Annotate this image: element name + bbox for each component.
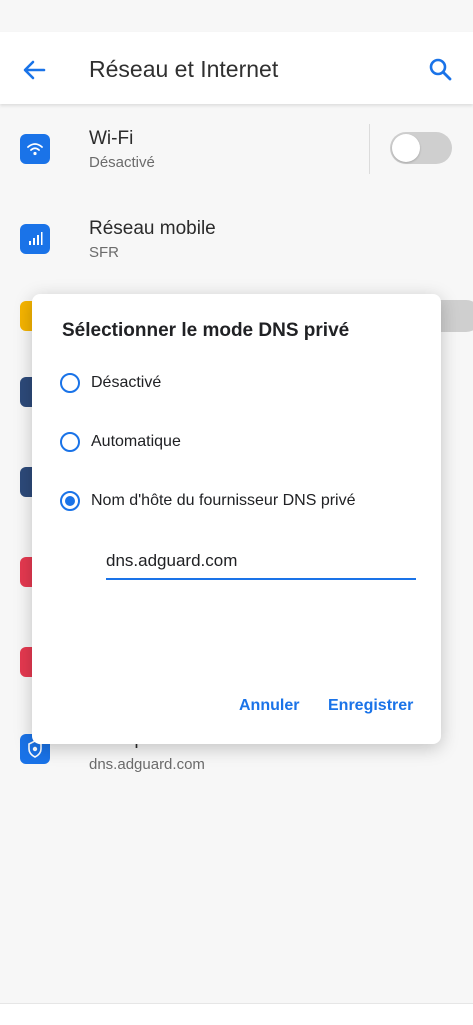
app-bar: Réseau et Internet [0, 32, 473, 104]
row-divider [369, 124, 370, 174]
private-dns-dialog: Sélectionner le mode DNS privé Désactivé… [32, 294, 441, 744]
option-automatic[interactable]: Automatique [60, 429, 420, 459]
toggle-knob [392, 134, 420, 162]
option-hostname[interactable]: Nom d'hôte du fournisseur DNS privé [60, 488, 420, 518]
page-title: Réseau et Internet [89, 56, 279, 82]
option-automatic-label: Automatique [91, 433, 181, 450]
wifi-toggle[interactable] [390, 132, 452, 164]
radio-off[interactable] [60, 373, 80, 393]
radio-hostname[interactable] [60, 491, 80, 511]
search-icon [429, 58, 452, 81]
option-off-label: Désactivé [91, 374, 162, 391]
option-hostname-label: Nom d'hôte du fournisseur DNS privé [91, 492, 356, 509]
wifi-row[interactable]: Wi-Fi Désactivé [0, 104, 473, 194]
save-button[interactable]: Enregistrer [328, 697, 413, 715]
mobile-network-row[interactable]: Réseau mobile SFR [0, 194, 473, 284]
wifi-icon [20, 134, 50, 164]
wifi-status: Désactivé [89, 154, 155, 171]
back-button[interactable] [18, 54, 50, 86]
search-button[interactable] [425, 54, 457, 86]
cancel-button[interactable]: Annuler [239, 697, 299, 715]
system-nav-bar [0, 1003, 473, 1025]
arrow-back-icon [23, 60, 46, 80]
mobile-network-operator: SFR [89, 244, 119, 261]
mobile-network-title: Réseau mobile [89, 218, 216, 239]
private-dns-value: dns.adguard.com [89, 756, 205, 773]
cellular-signal-icon [20, 224, 50, 254]
dialog-title: Sélectionner le mode DNS privé [62, 320, 350, 341]
radio-automatic[interactable] [60, 432, 80, 452]
wifi-title: Wi-Fi [89, 128, 134, 149]
hostname-input[interactable] [106, 544, 416, 580]
option-off[interactable]: Désactivé [60, 370, 420, 400]
